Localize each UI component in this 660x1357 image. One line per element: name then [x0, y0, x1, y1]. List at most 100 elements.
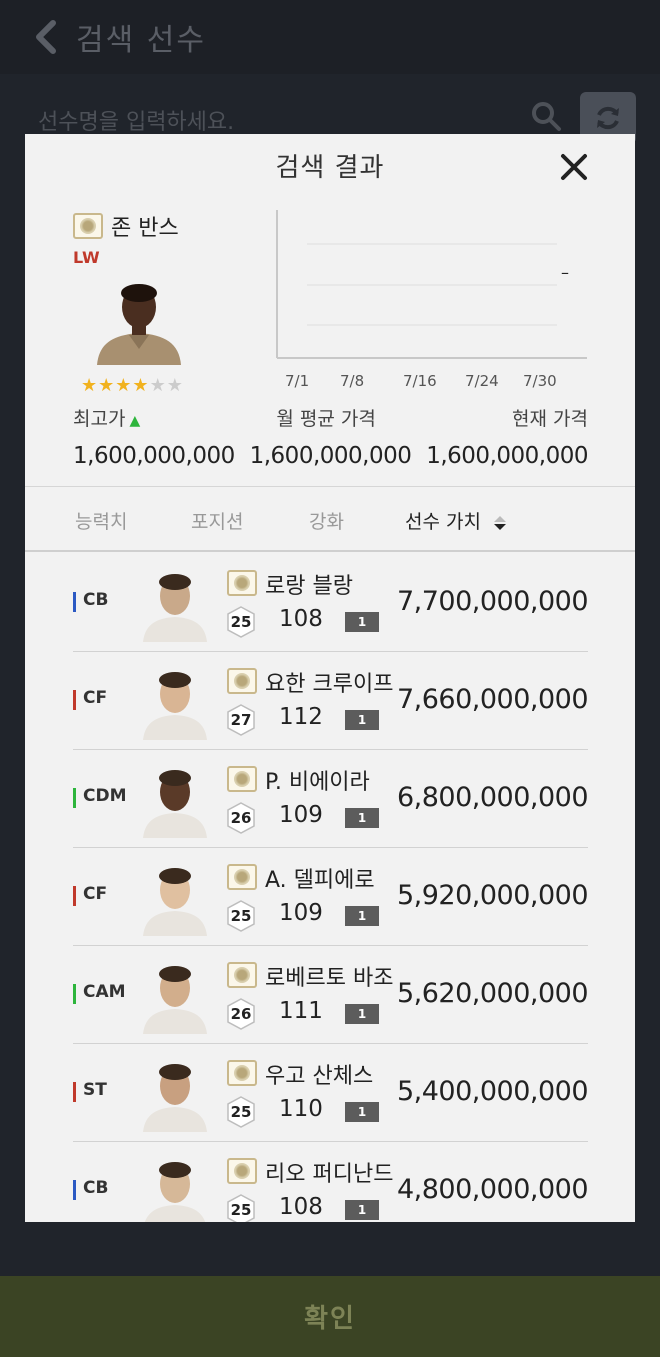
player-list: CB 로랑 블랑 25 108 1 7,700,000,000 CF 요한 크루…	[73, 554, 589, 1222]
player-name: 존 반스	[111, 216, 179, 241]
row-player-name: P. 비에이라	[265, 770, 370, 795]
position-color-bar	[73, 592, 76, 612]
row-ovr: 110	[279, 1096, 323, 1122]
refresh-icon	[597, 106, 619, 130]
level-shield: 25	[226, 1096, 256, 1128]
chart-x-tick-label: 7/1	[285, 372, 309, 390]
top-bar: 검색 선수	[0, 0, 660, 74]
level-shield: 25	[226, 900, 256, 932]
player-thumbnail	[135, 1152, 215, 1222]
season-badge-icon	[227, 962, 257, 988]
confirm-button[interactable]: 확인	[0, 1276, 660, 1357]
player-thumbnail	[135, 1054, 215, 1132]
search-result-modal: 검색 결과 존 반스 LW ★★★★★★ – 7/1 7/8 7/16 7/24…	[25, 134, 635, 1222]
tab-enhance[interactable]: 강화	[309, 507, 344, 534]
season-badge-icon	[73, 213, 103, 239]
player-thumbnail	[135, 760, 215, 838]
modal-title: 검색 결과	[275, 152, 385, 183]
row-ovr: 108	[279, 606, 323, 632]
chart-x-tick-label: 7/24	[465, 372, 499, 390]
page-title: 검색 선수	[76, 23, 206, 58]
star-filled-icon: ★	[115, 375, 133, 396]
row-level: 25	[230, 1103, 252, 1121]
player-row[interactable]: CAM 로베르토 바조 26 111 1 5,620,000,000	[73, 946, 589, 1044]
player-row[interactable]: CF 요한 크루이프 27 112 1 7,660,000,000	[73, 652, 589, 750]
player-row[interactable]: CDM P. 비에이라 26 109 1 6,800,000,000	[73, 750, 589, 848]
season-badge-icon	[227, 1158, 257, 1184]
row-price: 5,620,000,000	[396, 978, 589, 1009]
sort-icon	[494, 515, 507, 530]
position-color-bar	[73, 984, 76, 1004]
tab-position[interactable]: 포지션	[191, 507, 243, 534]
player-row[interactable]: CB 리오 퍼디난드 25 108 1 4,800,000,000	[73, 1142, 589, 1222]
enhance-badge: 1	[345, 612, 379, 632]
season-badge-icon	[227, 668, 257, 694]
search-icon[interactable]	[530, 100, 562, 136]
player-thumbnail	[135, 662, 215, 740]
row-level: 26	[230, 809, 252, 827]
enhance-badge: 1	[345, 1102, 379, 1122]
star-filled-icon: ★	[81, 375, 99, 396]
star-filled-icon: ★	[132, 375, 150, 396]
price-summary: 최고가 ▲ 월 평균 가격 현재 가격 1,600,000,000 1,600,0…	[73, 404, 588, 469]
row-player-name: 리오 퍼디난드	[265, 1162, 394, 1187]
chart-right-mark: –	[561, 263, 569, 282]
row-ovr: 109	[279, 900, 323, 926]
player-thumbnail	[135, 564, 215, 642]
enhance-badge: 1	[345, 1200, 379, 1220]
row-level: 25	[230, 613, 252, 631]
player-photo	[91, 273, 187, 365]
position-color-bar	[73, 690, 76, 710]
player-card: 존 반스 LW ★★★★★★	[73, 210, 213, 396]
up-triangle-icon: ▲	[129, 413, 141, 429]
row-position: CF	[83, 884, 108, 904]
tab-stats[interactable]: 능력치	[75, 507, 127, 534]
row-price: 5,400,000,000	[396, 1076, 589, 1107]
star-empty-icon: ★	[166, 375, 184, 396]
row-level: 25	[230, 1201, 252, 1219]
back-arrow-icon[interactable]	[26, 17, 66, 57]
star-filled-icon: ★	[98, 375, 116, 396]
row-position: ST	[83, 1080, 107, 1100]
position-color-bar	[73, 788, 76, 808]
level-shield: 26	[226, 998, 256, 1030]
season-badge-icon	[227, 864, 257, 890]
row-player-name: 로랑 블랑	[265, 574, 353, 599]
modal-header: 검색 결과	[25, 134, 635, 196]
enhance-badge: 1	[345, 906, 379, 926]
chart-x-tick-label: 7/8	[340, 372, 364, 390]
confirm-label: 확인	[304, 1304, 356, 1334]
row-player-name: 요한 크루이프	[265, 672, 394, 697]
row-ovr: 111	[279, 998, 323, 1024]
current-price-label: 현재 가격	[512, 408, 588, 430]
enhance-badge: 1	[345, 1004, 379, 1024]
level-shield: 25	[226, 606, 256, 638]
season-badge-icon	[227, 570, 257, 596]
player-row[interactable]: ST 우고 산체스 25 110 1 5,400,000,000	[73, 1044, 589, 1142]
current-price-value: 1,600,000,000	[426, 443, 588, 469]
row-ovr: 108	[279, 1194, 323, 1220]
chart-x-tick-label: 7/16	[403, 372, 437, 390]
position-color-bar	[73, 1082, 76, 1102]
enhance-badge: 1	[345, 710, 379, 730]
position-color-bar	[73, 886, 76, 906]
close-icon	[561, 154, 587, 180]
player-position: LW	[73, 248, 100, 267]
enhance-badge: 1	[345, 808, 379, 828]
row-position: CDM	[83, 786, 127, 806]
search-input[interactable]: 선수명을 입력하세요.	[38, 104, 234, 136]
player-row[interactable]: CF A. 델피에로 25 109 1 5,920,000,000	[73, 848, 589, 946]
player-thumbnail	[135, 956, 215, 1034]
tab-player-value-label: 선수 가치	[405, 511, 481, 533]
rating-stars: ★★★★★★	[81, 375, 213, 396]
close-button[interactable]	[557, 150, 591, 184]
row-ovr: 112	[279, 704, 323, 730]
tab-player-value[interactable]: 선수 가치	[405, 507, 507, 534]
row-player-name: 우고 산체스	[265, 1064, 374, 1089]
level-shield: 25	[226, 1194, 256, 1222]
row-price: 5,920,000,000	[396, 880, 589, 911]
player-row[interactable]: CB 로랑 블랑 25 108 1 7,700,000,000	[73, 554, 589, 652]
row-position: CAM	[83, 982, 126, 1002]
row-price: 7,660,000,000	[396, 684, 589, 715]
season-badge-icon	[227, 766, 257, 792]
